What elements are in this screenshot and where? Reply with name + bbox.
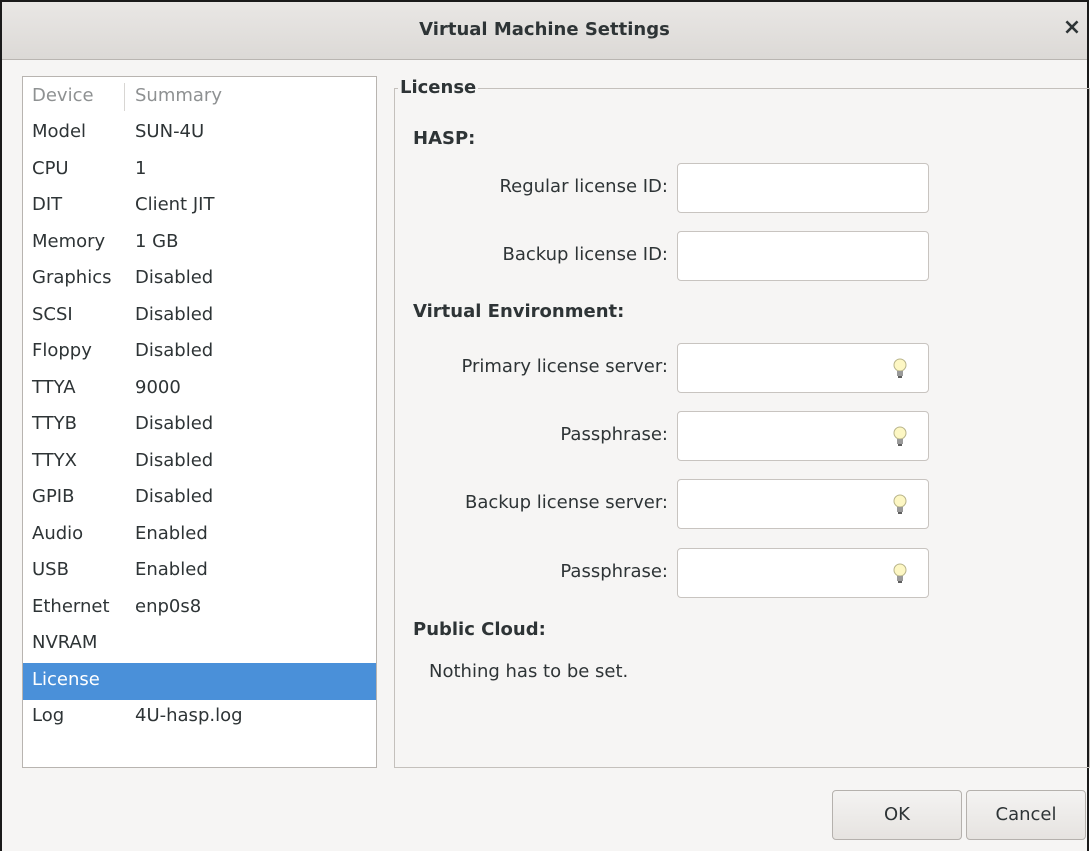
lightbulb-icon[interactable]	[892, 358, 908, 380]
primary-passphrase-input[interactable]	[677, 411, 929, 461]
device-name: Floppy	[32, 340, 92, 361]
device-row-license[interactable]: License	[23, 662, 376, 700]
device-row-audio[interactable]: Audio Enabled	[23, 517, 376, 554]
device-name: GPIB	[32, 486, 75, 507]
device-name: TTYB	[32, 413, 78, 434]
backup-license-server-input[interactable]	[677, 479, 929, 529]
device-row-ttya[interactable]: TTYA 9000	[23, 371, 376, 408]
device-name: Graphics	[32, 267, 112, 288]
device-summary: Disabled	[135, 340, 214, 361]
column-header-summary[interactable]: Summary	[135, 85, 222, 106]
device-list[interactable]: Device Summary Model SUN-4U CPU 1 DIT Client …	[22, 76, 377, 768]
lightbulb-icon[interactable]	[892, 563, 908, 585]
primary-passphrase-label: Passphrase:	[560, 424, 668, 445]
backup-passphrase-input[interactable]	[677, 548, 929, 598]
device-summary: 9000	[135, 376, 181, 398]
device-row-gpib[interactable]: GPIB Disabled	[23, 480, 376, 517]
backup-license-id-label: Backup license ID:	[502, 244, 669, 265]
ok-button[interactable]: OK	[832, 790, 962, 840]
close-icon[interactable]: ×	[1061, 15, 1083, 41]
device-name: NVRAM	[32, 632, 98, 653]
device-row-scsi[interactable]: SCSI Disabled	[23, 298, 376, 335]
device-summary: enp0s8	[135, 595, 202, 617]
device-row-ttyx[interactable]: TTYX Disabled	[23, 444, 376, 481]
device-summary: Enabled	[135, 522, 208, 544]
device-name: Log	[32, 705, 65, 726]
backup-passphrase-label: Passphrase:	[560, 561, 668, 582]
virtual-environment-heading: Virtual Environment:	[413, 301, 625, 322]
device-name: Model	[32, 121, 87, 142]
device-summary: 4U-hasp.log	[135, 705, 243, 726]
device-summary: 1 GB	[135, 230, 179, 252]
title-bar[interactable]: Virtual Machine Settings ×	[2, 2, 1087, 60]
device-name: TTYX	[32, 449, 77, 471]
device-name: USB	[32, 559, 69, 580]
device-name: SCSI	[32, 303, 73, 325]
column-separator	[124, 83, 125, 111]
column-header-device[interactable]: Device	[32, 85, 94, 106]
device-summary: Enabled	[135, 559, 208, 580]
device-summary: Disabled	[135, 303, 214, 325]
public-cloud-note: Nothing has to be set.	[429, 661, 629, 682]
backup-license-server-label: Backup license server:	[465, 492, 668, 513]
device-name: Audio	[32, 522, 84, 544]
backup-license-id-input[interactable]	[677, 231, 929, 281]
device-summary: SUN-4U	[135, 121, 205, 142]
device-summary: Disabled	[135, 267, 214, 288]
hasp-heading: HASP:	[413, 128, 476, 149]
device-name: DIT	[32, 194, 63, 215]
device-name: CPU	[32, 157, 69, 179]
regular-license-id-input[interactable]	[677, 163, 929, 213]
regular-license-id-label: Regular license ID:	[499, 176, 668, 197]
device-row-log[interactable]: Log 4U-hasp.log	[23, 699, 376, 736]
device-list-header: Device Summary	[23, 77, 376, 117]
license-frame-title: License	[398, 77, 479, 98]
dialog-title: Virtual Machine Settings	[419, 19, 670, 40]
primary-license-server-input[interactable]	[677, 343, 929, 393]
device-row-graphics[interactable]: Graphics Disabled	[23, 261, 376, 298]
device-row-memory[interactable]: Memory 1 GB	[23, 225, 376, 262]
device-name: Ethernet	[32, 595, 110, 617]
lightbulb-icon[interactable]	[892, 494, 908, 516]
primary-license-server-label: Primary license server:	[461, 356, 668, 377]
device-row-floppy[interactable]: Floppy Disabled	[23, 334, 376, 371]
device-name: Memory	[32, 230, 106, 252]
device-row-dit[interactable]: DIT Client JIT	[23, 188, 376, 225]
cancel-button[interactable]: Cancel	[966, 790, 1086, 840]
device-summary: Disabled	[135, 449, 214, 471]
public-cloud-heading: Public Cloud:	[413, 619, 546, 640]
device-name: TTYA	[32, 376, 76, 398]
device-summary: Disabled	[135, 486, 214, 507]
device-row-usb[interactable]: USB Enabled	[23, 553, 376, 590]
device-summary: Disabled	[135, 413, 214, 434]
device-name: License	[32, 668, 100, 690]
device-row-nvram[interactable]: NVRAM	[23, 626, 376, 663]
device-summary: 1	[135, 157, 147, 179]
lightbulb-icon[interactable]	[892, 426, 908, 448]
device-row-ttyb[interactable]: TTYB Disabled	[23, 407, 376, 444]
device-row-ethernet[interactable]: Ethernet enp0s8	[23, 590, 376, 627]
device-row-model[interactable]: Model SUN-4U	[23, 115, 376, 152]
device-row-cpu[interactable]: CPU 1	[23, 152, 376, 189]
device-summary: Client JIT	[135, 194, 215, 215]
